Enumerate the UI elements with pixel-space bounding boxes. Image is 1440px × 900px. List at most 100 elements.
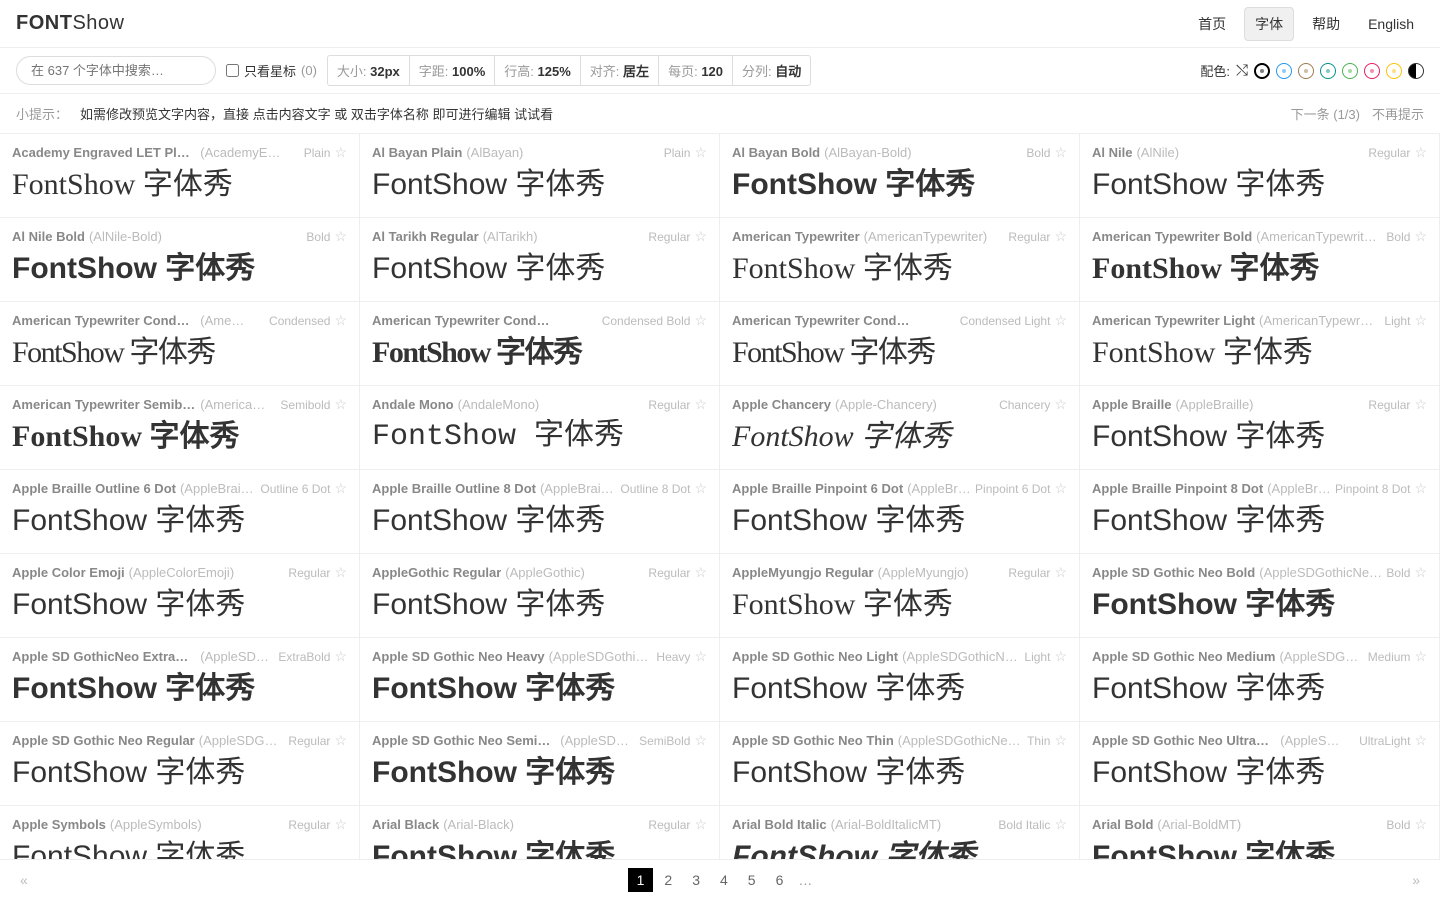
palette-swatch[interactable] [1364,63,1380,79]
font-card[interactable]: Apple SD Gothic Neo Thin(AppleSDGothicNe… [720,722,1080,806]
font-preview[interactable]: FontShow 字体秀 [372,335,707,371]
font-card[interactable]: Al Bayan Bold(AlBayan-Bold)Bold☆FontShow… [720,134,1080,218]
font-card[interactable]: AppleGothic Regular(AppleGothic)Regular☆… [360,554,720,638]
star-icon[interactable]: ☆ [334,228,347,245]
size-control[interactable]: 大小: 32px [328,56,410,85]
font-card[interactable]: Apple SD Gothic Neo Regular(AppleSDGot…R… [0,722,360,806]
star-icon[interactable]: ☆ [334,144,347,161]
nav-home[interactable]: 首页 [1188,8,1236,40]
contrast-icon[interactable] [1408,63,1424,79]
spacing-control[interactable]: 字距: 100% [410,56,496,85]
font-preview[interactable]: FontShow 字体秀 [372,419,707,455]
font-preview[interactable]: FontShow 字体秀 [372,671,707,707]
star-icon[interactable]: ☆ [1054,648,1067,665]
star-icon[interactable]: ☆ [1054,144,1067,161]
star-icon[interactable]: ☆ [1414,312,1427,329]
star-icon[interactable]: ☆ [1414,816,1427,833]
font-card[interactable]: American Typewriter Bold(AmericanTypewri… [1080,218,1440,302]
font-card[interactable]: Apple SD Gothic Neo Light(AppleSDGothicN… [720,638,1080,722]
font-card[interactable]: Apple Braille Pinpoint 6 Dot(AppleBr…Pin… [720,470,1080,554]
font-preview[interactable]: FontShow 字体秀 [732,503,1067,539]
page-number[interactable]: 4 [711,868,737,892]
font-card[interactable]: Apple SD Gothic Neo Bold(AppleSDGothicNe… [1080,554,1440,638]
font-card[interactable]: American Typewriter Condensed B…Condense… [360,302,720,386]
font-preview[interactable]: FontShow 字体秀 [372,755,707,791]
columns-control[interactable]: 分列: 自动 [733,56,810,85]
font-card[interactable]: Academy Engraved LET Plain:1.0(AcademyE…… [0,134,360,218]
star-icon[interactable]: ☆ [694,816,707,833]
font-preview[interactable]: FontShow 字体秀 [732,167,1067,203]
page-number[interactable]: 5 [739,868,765,892]
search-input[interactable] [16,56,216,85]
font-card[interactable]: Apple SD Gothic Neo Medium(AppleSDGo…Med… [1080,638,1440,722]
star-icon[interactable]: ☆ [1414,396,1427,413]
star-icon[interactable]: ☆ [334,396,347,413]
star-icon[interactable]: ☆ [1414,228,1427,245]
font-card[interactable]: Apple Braille Pinpoint 8 Dot(AppleBr…Pin… [1080,470,1440,554]
star-icon[interactable]: ☆ [1054,732,1067,749]
font-card[interactable]: Apple SD Gothic Neo SemiBold(AppleSD…Sem… [360,722,720,806]
font-card[interactable]: Apple SD Gothic Neo UltraLight(AppleS…Ul… [1080,722,1440,806]
font-preview[interactable]: FontShow 字体秀 [12,419,347,455]
page-number[interactable]: 1 [628,868,654,892]
font-card[interactable]: Al Tarikh Regular(AlTarikh)Regular☆FontS… [360,218,720,302]
lineheight-control[interactable]: 行高: 125% [495,56,581,85]
font-card[interactable]: Al Nile Bold(AlNile-Bold)Bold☆FontShow 字… [0,218,360,302]
font-card[interactable]: Al Nile(AlNile)Regular☆FontShow 字体秀 [1080,134,1440,218]
font-preview[interactable]: FontShow 字体秀 [372,167,707,203]
star-icon[interactable]: ☆ [694,144,707,161]
star-icon[interactable]: ☆ [694,228,707,245]
star-icon[interactable]: ☆ [1414,648,1427,665]
font-preview[interactable]: FontShow 字体秀 [1092,251,1427,287]
font-preview[interactable]: FontShow 字体秀 [1092,503,1427,539]
font-card[interactable]: Andale Mono(AndaleMono)Regular☆FontShow … [360,386,720,470]
font-preview[interactable]: FontShow 字体秀 [1092,671,1427,707]
font-card[interactable]: American Typewriter Light(AmericanTypewr… [1080,302,1440,386]
star-icon[interactable]: ☆ [694,480,707,497]
star-icon[interactable]: ☆ [334,816,347,833]
nav-help[interactable]: 帮助 [1302,8,1350,40]
star-icon[interactable]: ☆ [1054,480,1067,497]
font-card[interactable]: Apple SD GothicNeo ExtraBold(AppleSD…Ext… [0,638,360,722]
font-card[interactable]: American Typewriter Semibold(America…Sem… [0,386,360,470]
font-card[interactable]: Apple Color Emoji(AppleColorEmoji)Regula… [0,554,360,638]
star-icon[interactable]: ☆ [1414,480,1427,497]
star-icon[interactable]: ☆ [334,564,347,581]
palette-swatch[interactable] [1254,63,1270,79]
palette-swatch[interactable] [1298,63,1314,79]
starred-filter[interactable]: 只看星标 (0) [226,61,317,80]
nav-lang[interactable]: English [1358,10,1424,38]
star-icon[interactable]: ☆ [334,312,347,329]
font-preview[interactable]: FontShow 字体秀 [1092,419,1427,455]
font-card[interactable]: Apple Chancery(Apple-Chancery)Chancery☆F… [720,386,1080,470]
font-preview[interactable]: FontShow 字体秀 [12,335,347,371]
star-icon[interactable]: ☆ [694,396,707,413]
font-card[interactable]: American Typewriter(AmericanTypewriter)R… [720,218,1080,302]
page-first[interactable]: « [8,868,40,892]
logo[interactable]: FONTShow [16,12,124,35]
starred-checkbox[interactable] [226,64,239,77]
star-icon[interactable]: ☆ [334,732,347,749]
font-card[interactable]: Apple Braille Outline 6 Dot(AppleBrail…O… [0,470,360,554]
font-card[interactable]: AppleMyungjo Regular(AppleMyungjo)Regula… [720,554,1080,638]
page-number[interactable]: 3 [683,868,709,892]
page-number[interactable]: 6 [767,868,793,892]
star-icon[interactable]: ☆ [1054,312,1067,329]
font-preview[interactable]: FontShow 字体秀 [12,671,347,707]
font-preview[interactable]: FontShow 字体秀 [12,755,347,791]
star-icon[interactable]: ☆ [1414,564,1427,581]
font-preview[interactable]: FontShow 字体秀 [732,755,1067,791]
font-preview[interactable]: FontShow 字体秀 [732,671,1067,707]
font-preview[interactable]: FontShow 字体秀 [1092,335,1427,371]
perpage-control[interactable]: 每页: 120 [659,56,733,85]
star-icon[interactable]: ☆ [1054,816,1067,833]
page-last[interactable]: » [1400,868,1432,892]
font-card[interactable]: Al Bayan Plain(AlBayan)Plain☆FontShow 字体… [360,134,720,218]
star-icon[interactable]: ☆ [334,648,347,665]
tip-next[interactable]: 下一条 (1/3) [1291,104,1360,123]
font-preview[interactable]: FontShow 字体秀 [1092,167,1427,203]
star-icon[interactable]: ☆ [694,312,707,329]
font-preview[interactable]: FontShow 字体秀 [372,587,707,623]
star-icon[interactable]: ☆ [1414,144,1427,161]
nav-fonts[interactable]: 字体 [1244,7,1294,41]
